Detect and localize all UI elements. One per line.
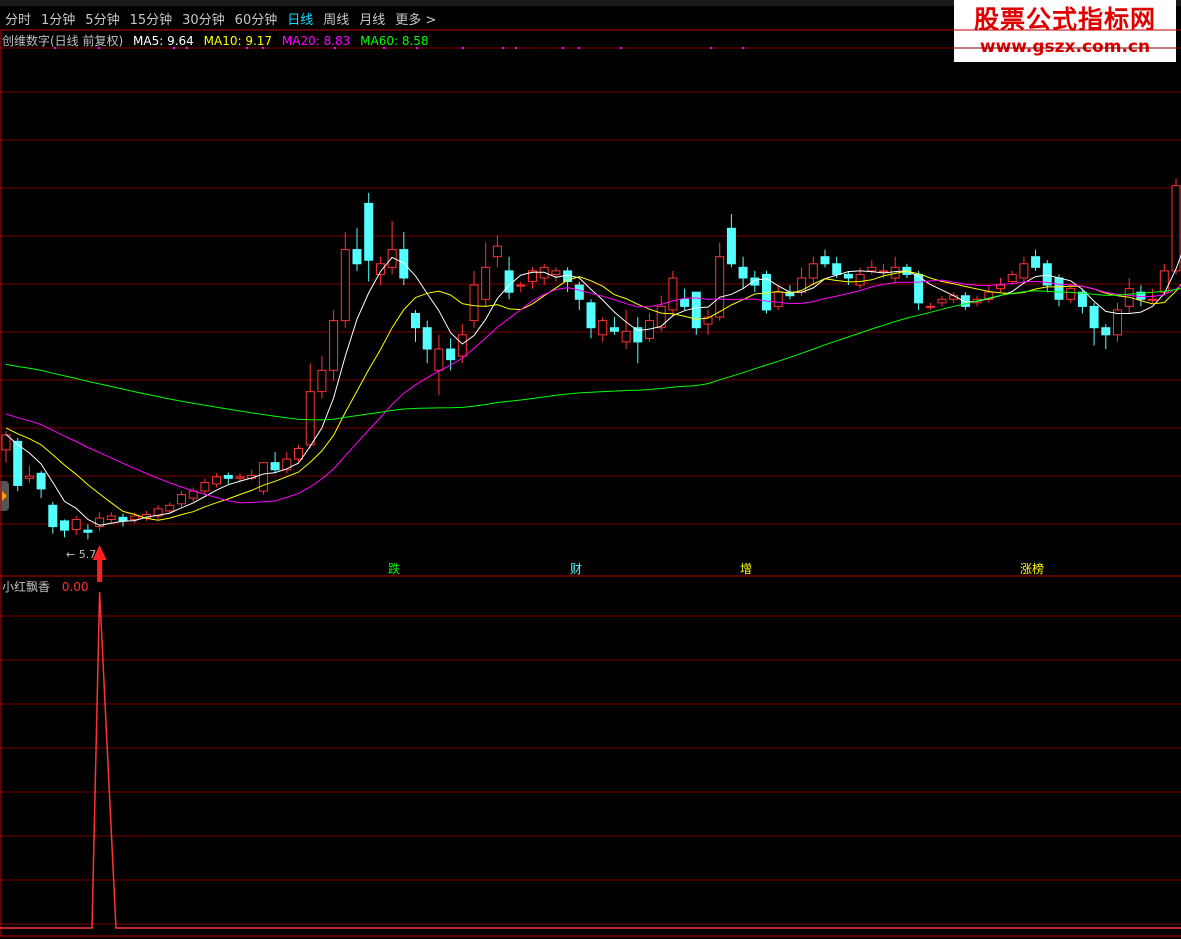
- candle-body-down: [820, 256, 830, 265]
- indicator-panel: [0, 591, 1181, 929]
- candle-body-up: [1148, 298, 1158, 301]
- ma5-line: [5, 254, 1181, 526]
- moving-average-lines: [5, 254, 1181, 526]
- event-dot: [98, 47, 100, 49]
- candle-body-down: [364, 202, 374, 261]
- candle-body-up: [855, 273, 865, 286]
- candle-body-up: [492, 245, 502, 258]
- candle-body-down: [574, 284, 584, 300]
- candle-body-down: [738, 266, 748, 279]
- candle-body-up: [329, 320, 339, 371]
- event-dot: [515, 47, 517, 49]
- candle-body-down: [843, 273, 853, 279]
- candle-body-down: [411, 313, 420, 329]
- candle-body-down: [422, 327, 432, 350]
- event-dot: [54, 47, 56, 49]
- candle-body-up: [305, 391, 315, 446]
- candle-body-up: [1007, 273, 1017, 283]
- candle-body-down: [352, 249, 362, 265]
- event-dot: [710, 47, 712, 49]
- event-dot: [620, 47, 622, 49]
- kline-chart[interactable]: ← 5.7: [0, 0, 1181, 939]
- event-dot: [334, 47, 336, 49]
- candle-body-up: [469, 284, 479, 322]
- candle-body-up: [996, 284, 1005, 290]
- candle-body-down: [60, 520, 69, 531]
- candle-body-up: [1171, 185, 1181, 272]
- candle-body-up: [668, 277, 678, 311]
- candle-body-up: [925, 305, 935, 308]
- low-price-label: ← 5.7: [66, 548, 96, 561]
- candle-body-up: [1019, 263, 1029, 279]
- ma20-line: [5, 279, 1181, 504]
- event-dot: [262, 47, 264, 49]
- candle-body-down: [586, 302, 596, 329]
- event-dot: [416, 47, 418, 49]
- candle-body-down: [609, 327, 619, 332]
- candle-body-up: [773, 291, 783, 307]
- candle-body-up: [106, 515, 116, 520]
- candle-body-up: [282, 458, 292, 471]
- candle-body-up: [130, 515, 140, 520]
- candle-body-up: [621, 330, 631, 343]
- chart-grid: [0, 29, 1181, 937]
- event-dot: [462, 47, 464, 49]
- candle-body-up: [294, 447, 303, 460]
- candle-body-down: [270, 462, 280, 471]
- candle-body-down: [83, 529, 93, 533]
- candle-body-down: [1077, 291, 1087, 307]
- candle-body-up: [879, 270, 888, 273]
- candle-body-up: [200, 482, 210, 492]
- candle-body-down: [1031, 256, 1041, 268]
- candle-body-up: [867, 266, 877, 272]
- candle-body-up: [808, 263, 818, 279]
- candle-body-down: [680, 298, 690, 307]
- candlestick-series: [1, 178, 1181, 540]
- candle-body-up: [71, 518, 81, 530]
- candle-body-down: [36, 472, 46, 490]
- candle-body-up: [317, 369, 327, 393]
- candle-body-down: [13, 440, 23, 486]
- candle-body-up: [1066, 288, 1076, 300]
- candle-body-up: [212, 476, 222, 485]
- candle-body-up: [177, 494, 186, 505]
- event-dot: [246, 47, 248, 49]
- candle-body-down: [118, 516, 128, 522]
- candle-body-up: [715, 256, 725, 318]
- event-dot: [502, 47, 504, 49]
- candle-body-down: [223, 474, 233, 479]
- ma10-line: [5, 270, 1181, 521]
- indicator-line: [0, 591, 1181, 929]
- candle-body-up: [481, 266, 491, 300]
- candle-body-down: [446, 348, 456, 361]
- candle-body-down: [726, 227, 736, 265]
- chart-annotations: ← 5.7: [54, 47, 744, 582]
- candle-body-up: [340, 249, 350, 322]
- candle-body-up: [1159, 270, 1169, 293]
- event-dot: [383, 47, 385, 49]
- candle-body-up: [656, 305, 666, 329]
- event-dot: [578, 47, 580, 49]
- candle-body-down: [1054, 277, 1064, 300]
- candle-body-up: [516, 284, 526, 287]
- candle-body-down: [1101, 327, 1111, 336]
- candle-body-up: [551, 270, 561, 275]
- candle-body-up: [375, 263, 385, 275]
- candle-body-down: [48, 504, 58, 528]
- candle-body-up: [24, 475, 34, 479]
- candle-body-up: [165, 504, 175, 512]
- event-dot: [186, 47, 188, 49]
- event-dot: [173, 47, 175, 49]
- event-dot: [562, 47, 564, 49]
- candle-body-up: [457, 334, 467, 357]
- event-dot: [742, 47, 744, 49]
- candle-body-up: [598, 320, 608, 336]
- candle-body-up: [937, 298, 947, 304]
- candle-body-down: [832, 263, 842, 275]
- candle-body-up: [434, 348, 444, 371]
- candle-body-up: [235, 476, 245, 479]
- candle-body-down: [1089, 305, 1099, 329]
